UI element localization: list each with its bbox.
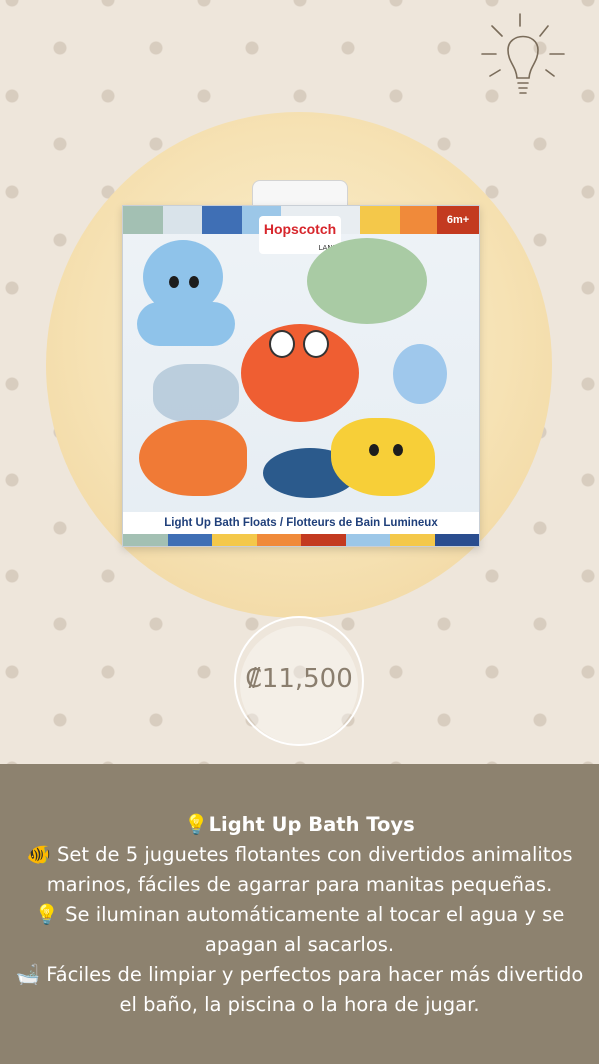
description-text: 💡Light Up Bath Toys 🐠 Set de 5 juguetes … bbox=[14, 810, 585, 1020]
brand-name: Hopscotch bbox=[263, 221, 337, 237]
bathtub-icon: 🛁 bbox=[15, 963, 40, 986]
fish-icon: 🐠 bbox=[26, 843, 51, 866]
starfish-toy bbox=[331, 418, 435, 496]
title-text: Light Up Bath Toys bbox=[208, 813, 415, 836]
lightbulb-icon: 💡 bbox=[184, 813, 209, 836]
lightbulb-icon: 💡 bbox=[34, 903, 59, 926]
fish-toy bbox=[139, 420, 247, 496]
turtle-toy bbox=[307, 238, 427, 324]
small-octopus-toy bbox=[393, 344, 447, 404]
package-bottom-stripe bbox=[123, 534, 479, 546]
octopus-tentacles bbox=[137, 302, 235, 346]
package-subtitle: Light Up Bath Floats / Flotteurs de Bain… bbox=[123, 512, 479, 534]
crab-toy bbox=[241, 324, 359, 422]
lightbulb-doodle-icon bbox=[481, 13, 565, 94]
age-badge: 6m+ bbox=[437, 206, 479, 234]
insert-card bbox=[153, 364, 239, 422]
product-package: Hopscotch LANE 6m+ Light Up Bath Floats … bbox=[122, 205, 480, 547]
description-line-3: 🛁 Fáciles de limpiar y perfectos para ha… bbox=[15, 963, 584, 1016]
description-line-1: 🐠 Set de 5 juguetes flotantes con divert… bbox=[26, 843, 573, 896]
description-title: 💡Light Up Bath Toys bbox=[14, 810, 585, 840]
description-line-2: 💡 Se iluminan automáticamente al tocar e… bbox=[34, 903, 565, 956]
description-panel: 💡Light Up Bath Toys 🐠 Set de 5 juguetes … bbox=[0, 764, 599, 1064]
price-label: ₡11,500 bbox=[245, 664, 353, 694]
polka-dot-background: Hopscotch LANE 6m+ Light Up Bath Floats … bbox=[0, 0, 599, 764]
